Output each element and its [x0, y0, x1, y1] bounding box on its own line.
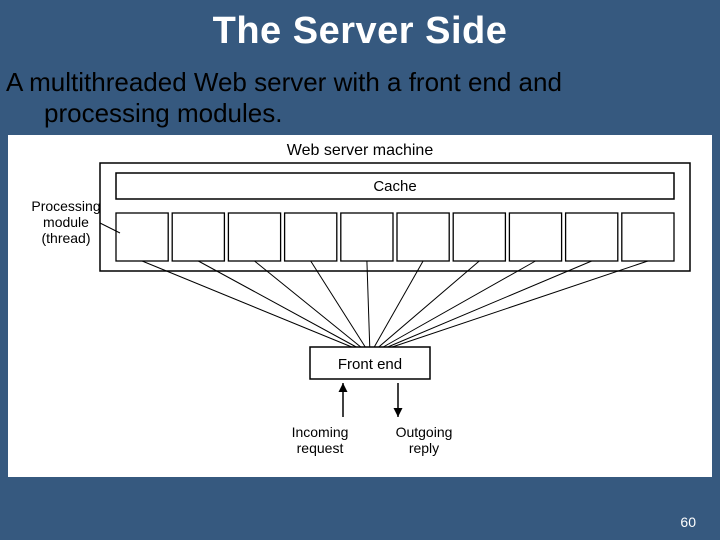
title-text: The Server Side [0, 10, 720, 53]
module-box [172, 213, 224, 261]
fan-line [255, 261, 361, 347]
label-incoming-l2: request [297, 440, 344, 456]
fan-line [367, 261, 370, 347]
label-incoming-l1: Incoming [292, 424, 349, 440]
fan-line [311, 261, 366, 347]
module-box [622, 213, 674, 261]
body-line-1: A multithreaded Web server with a front … [6, 67, 714, 98]
fan-lines [142, 261, 648, 347]
body-text: A multithreaded Web server with a front … [0, 61, 720, 129]
slide-title: The Server Side [0, 0, 720, 61]
fan-line [374, 261, 423, 347]
fan-line [383, 261, 535, 347]
module-boxes [116, 213, 674, 261]
fan-line [392, 261, 648, 347]
module-box [397, 213, 449, 261]
page-number: 60 [680, 514, 696, 530]
module-box [341, 213, 393, 261]
module-box [453, 213, 505, 261]
module-box [228, 213, 280, 261]
label-outgoing-l1: Outgoing [396, 424, 453, 440]
module-box [285, 213, 337, 261]
diagram: Web server machine Cache Processing modu… [8, 135, 712, 477]
module-box [566, 213, 618, 261]
fan-line [388, 261, 592, 347]
pointer-processing-module [100, 223, 120, 233]
label-outgoing-l2: reply [409, 440, 439, 456]
label-processing-module-l3: (thread) [41, 230, 90, 246]
label-web-server-machine: Web server machine [287, 142, 434, 159]
label-processing-module-l2: module [43, 214, 89, 230]
label-cache: Cache [373, 178, 416, 195]
fan-line [142, 261, 352, 347]
module-box [509, 213, 561, 261]
diagram-svg: Web server machine Cache Processing modu… [8, 137, 712, 473]
fan-line [198, 261, 356, 347]
body-line-2: processing modules. [6, 98, 714, 129]
label-processing-module-l1: Processing [31, 198, 100, 214]
module-box [116, 213, 168, 261]
label-front-end: Front end [338, 356, 402, 373]
